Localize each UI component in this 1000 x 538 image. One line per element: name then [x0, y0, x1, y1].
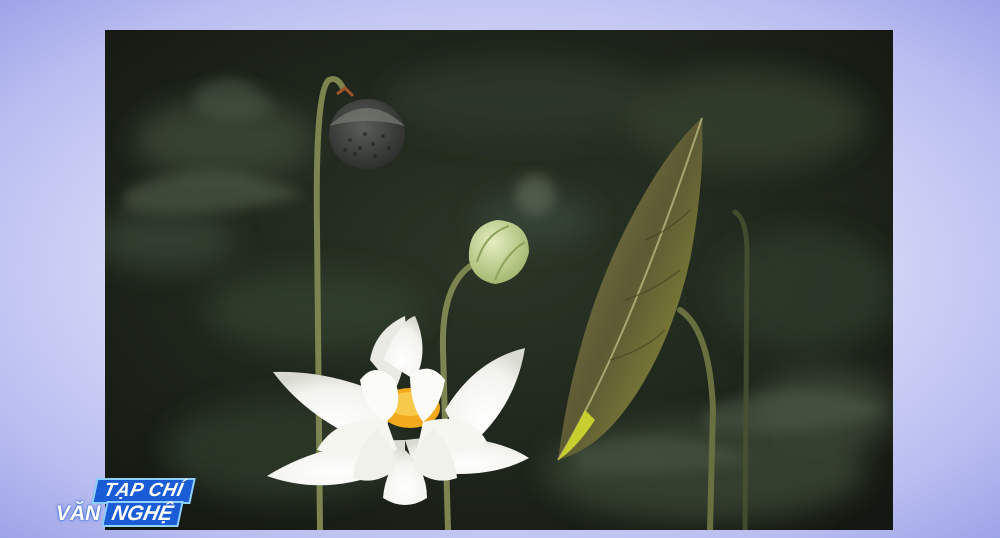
tap-chi-van-nghe-logo: TẠP CHÍ VĂN NGHỆ	[56, 476, 196, 530]
logo-line-2: VĂN NGHỆ	[56, 501, 184, 527]
logo-word-van: VĂN	[56, 502, 101, 525]
video-frame: TẠP CHÍ VĂN NGHỆ	[0, 0, 1000, 538]
lotus-photo	[105, 30, 893, 530]
logo-word-nghe: NGHỆ	[101, 501, 184, 527]
lotus-photo-image	[105, 30, 893, 530]
